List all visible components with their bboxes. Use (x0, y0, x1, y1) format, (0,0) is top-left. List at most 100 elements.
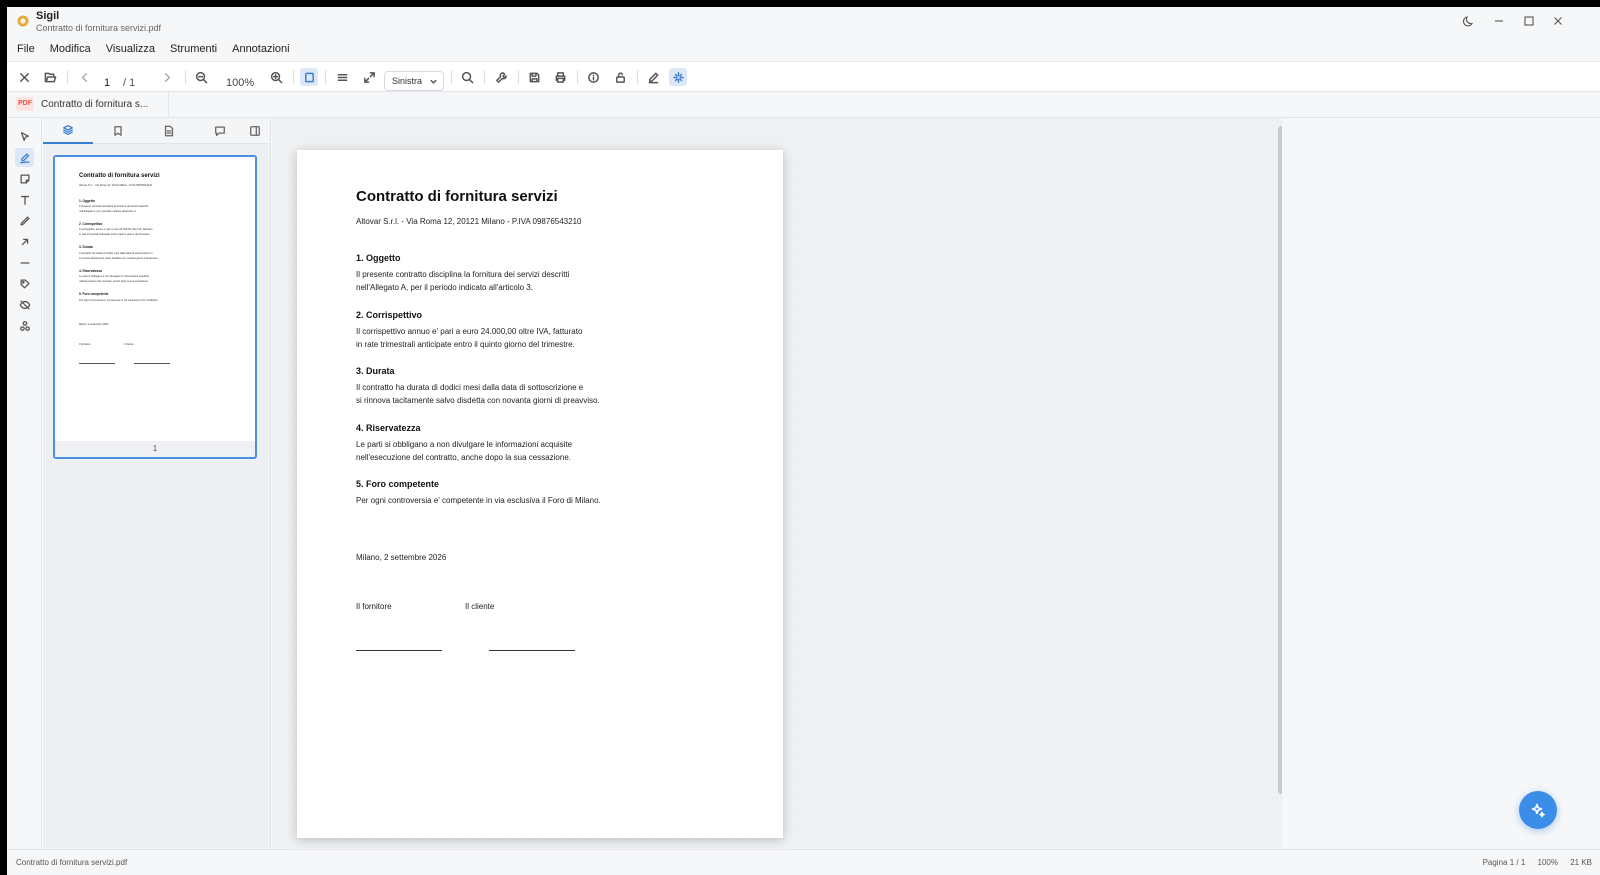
expand-icon (363, 71, 375, 83)
sticky-note-tool-button[interactable] (15, 169, 34, 188)
status-file-name: Contratto di fornitura servizi.pdf (16, 858, 128, 867)
line-tool-button[interactable] (15, 253, 34, 272)
close-icon (19, 72, 29, 82)
text-tool-button[interactable] (15, 190, 34, 209)
sidebar: Contratto di fornitura servizi Altovar S… (43, 118, 271, 848)
document-subtitle: Altovar S.r.l. - Via Roma 12, 20121 Mila… (356, 217, 582, 226)
stamp-tool-button[interactable] (15, 274, 34, 293)
menu-lines-icon (337, 73, 347, 81)
pdf-page[interactable]: Contratto di fornitura servizi Altovar S… (297, 150, 783, 838)
signer-label-cliente: Il cliente (465, 602, 495, 611)
status-page: Pagina 1 / 1 (1482, 858, 1526, 867)
zoom-in-button[interactable] (267, 68, 285, 86)
unlock-icon (615, 71, 625, 83)
page-total: / 1 (123, 77, 136, 89)
document-info-button[interactable] (584, 68, 602, 86)
tab-thumbnails[interactable] (43, 118, 93, 144)
tools-button[interactable] (492, 68, 510, 86)
signature-line-fornitore[interactable] (356, 650, 442, 651)
section-text: Per ogni controversia e' competente in v… (356, 496, 601, 505)
section-heading: 1. Oggetto (356, 253, 401, 263)
app-logo-icon (17, 15, 29, 27)
menu-modifica[interactable]: Modifica (50, 43, 91, 55)
close-window-icon[interactable] (1551, 14, 1565, 28)
alignment-select[interactable]: Sinistra (384, 71, 444, 91)
shapes-tool-button[interactable] (15, 316, 34, 335)
pdf-viewer[interactable]: Contratto di fornitura servizi Altovar S… (272, 118, 1284, 848)
signature-pen-icon (19, 153, 29, 163)
section-heading: 2. Corrispettivo (356, 310, 423, 320)
menu-visualizza[interactable]: Visualizza (106, 43, 155, 55)
sparkle-icon (672, 71, 684, 83)
previous-page-button[interactable] (75, 68, 93, 86)
status-info: Pagina 1 / 1 100% 21 KB (1473, 858, 1592, 867)
tab-outline[interactable] (144, 118, 194, 144)
menu-file[interactable]: File (17, 43, 35, 55)
maximize-icon[interactable] (1522, 14, 1536, 28)
toolbar: 1 / 1 100% Sinistra (7, 62, 1600, 92)
pdf-file-icon: PDF (16, 97, 34, 111)
annotation-tool-rail (7, 118, 42, 848)
fit-page-button[interactable] (360, 68, 378, 86)
next-page-button[interactable] (158, 68, 176, 86)
select-tool-button[interactable] (15, 127, 34, 146)
save-button[interactable] (525, 68, 543, 86)
section-text: in rate trimestrali anticipate entro il … (356, 340, 575, 349)
menu-strumenti[interactable]: Strumenti (170, 43, 217, 55)
document-tab[interactable]: PDF Contratto di fornitura s... (7, 92, 169, 117)
tab-bookmarks[interactable] (93, 118, 143, 144)
status-bar: Contratto di fornitura servizi.pdf Pagin… (7, 849, 1600, 875)
menu-annotazioni[interactable]: Annotazioni (232, 43, 290, 55)
ai-assist-toggle-button[interactable] (669, 68, 687, 86)
edit-pen-button[interactable] (644, 68, 662, 86)
page-number-input[interactable]: 1 (104, 77, 110, 89)
arrow-tool-button[interactable] (15, 232, 34, 251)
note-icon (20, 174, 29, 183)
theme-toggle-moon-icon[interactable] (1462, 14, 1476, 28)
unlock-button[interactable] (611, 68, 629, 86)
alignment-select-value: Sinistra (392, 76, 423, 86)
close-document-button[interactable] (15, 68, 33, 86)
eye-off-icon (19, 300, 30, 309)
section-text: si rinnova tacitamente salvo disdetta co… (356, 396, 600, 405)
continuous-scroll-button[interactable] (333, 68, 351, 86)
thumbnail-page-preview: Contratto di fornitura servizi Altovar S… (55, 157, 255, 443)
tab-comments[interactable] (195, 118, 245, 144)
status-size: 21 KB (1570, 858, 1592, 867)
document-tab-label: Contratto di fornitura s... (41, 99, 149, 110)
tag-icon (20, 279, 29, 288)
section-heading: 3. Durata (356, 366, 395, 376)
signature-tool-button[interactable] (15, 148, 34, 167)
thumbnail-page-number: 1 (55, 441, 255, 457)
single-page-view-button[interactable] (300, 68, 318, 86)
line-icon (20, 261, 29, 264)
arrow-up-right-icon (21, 238, 28, 245)
page-thumbnail[interactable]: Contratto di fornitura servizi Altovar S… (53, 155, 257, 459)
zoom-out-button[interactable] (192, 68, 210, 86)
chevron-down-icon (430, 79, 437, 84)
open-file-button[interactable] (41, 68, 59, 86)
comment-icon (215, 126, 225, 136)
save-icon (529, 72, 539, 82)
section-text: Il presente contratto disciplina la forn… (356, 270, 570, 279)
section-text: Le parti si obbligano a non divulgare le… (356, 440, 573, 449)
document-tab-bar: PDF Contratto di fornitura s... (7, 92, 1600, 118)
draw-tool-button[interactable] (15, 211, 34, 230)
toggle-sidebar-button[interactable] (239, 118, 271, 144)
print-button[interactable] (551, 68, 569, 86)
redact-tool-button[interactable] (15, 295, 34, 314)
info-icon (587, 71, 599, 83)
section-text: nell'esecuzione del contratto, anche dop… (356, 453, 572, 462)
status-zoom: 100% (1537, 858, 1558, 867)
section-heading: 5. Foro competente (356, 479, 440, 489)
ai-assistant-button[interactable] (1519, 791, 1557, 829)
minimize-icon[interactable] (1492, 14, 1506, 28)
sidebar-tabs (43, 118, 270, 144)
chevron-right-icon (164, 72, 170, 82)
zoom-level[interactable]: 100% (226, 77, 254, 89)
signature-line-cliente[interactable] (489, 650, 575, 651)
section-text: Il corrispettivo annuo e' pari a euro 24… (356, 327, 583, 336)
window-file-name: Contratto di fornitura servizi.pdf (36, 23, 162, 33)
search-button[interactable] (458, 68, 476, 86)
right-panel (1282, 118, 1600, 848)
